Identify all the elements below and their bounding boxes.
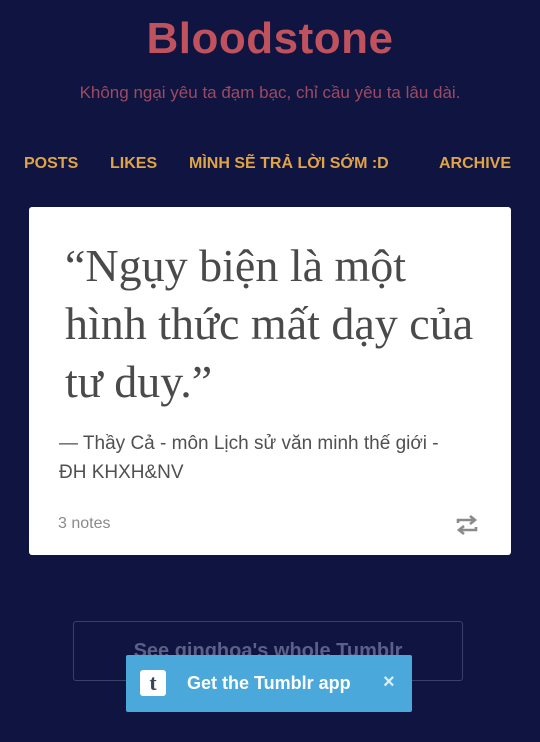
blog-title[interactable]: Bloodstone [0,14,540,64]
get-app-banner[interactable]: t Get the Tumblr app × [126,655,412,712]
close-icon[interactable]: × [383,671,395,693]
blog-description: Không ngại yêu ta đạm bạc, chỉ cầu yêu t… [79,83,461,102]
tumblr-logo-icon: t [140,670,166,696]
notes-count[interactable]: 3 notes [58,515,110,533]
nav-archive[interactable]: ARCHIVE [439,155,511,173]
nav-posts[interactable]: POSTS [24,155,78,173]
quote-source: — Thầy Cả - môn Lịch sử văn minh thế giớ… [59,433,439,483]
quote-text: “Ngụy biện là một hình thức mất dạy của … [65,240,474,407]
blog-nav: POSTS LIKES MÌNH SẼ TRẢ LỜI SỚM :D ARCHI… [0,155,540,177]
nav-likes[interactable]: LIKES [110,155,157,173]
quote-post: “Ngụy biện là một hình thức mất dạy của … [29,207,511,555]
get-app-label[interactable]: Get the Tumblr app [187,673,351,694]
nav-ask[interactable]: MÌNH SẼ TRẢ LỜI SỚM :D [189,155,389,173]
reblog-icon[interactable] [454,512,480,538]
